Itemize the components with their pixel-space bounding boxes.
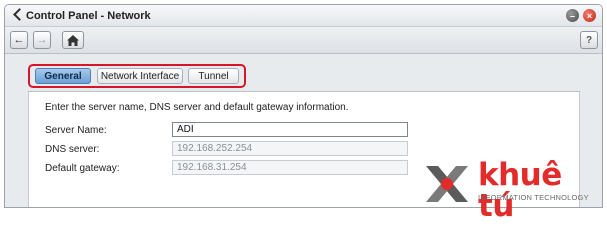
- window-title: Control Panel - Network: [26, 9, 151, 22]
- tab-tunnel[interactable]: Tunnel: [188, 68, 239, 84]
- dns-server-input[interactable]: [172, 141, 408, 156]
- title-bar: Control Panel - Network – ×: [5, 5, 602, 27]
- dns-server-label: DNS server:: [45, 144, 100, 155]
- watermark-brand: khuê tú: [478, 157, 562, 224]
- tab-network-interface[interactable]: Network Interface: [97, 68, 183, 84]
- arrow-right-icon: →: [36, 34, 48, 46]
- default-gateway-input[interactable]: [172, 160, 408, 175]
- server-name-input[interactable]: [172, 122, 408, 137]
- tab-general[interactable]: General: [35, 68, 91, 84]
- watermark: khuê tú INFORMATION TECHNOLOGY: [420, 160, 607, 222]
- arrow-left-icon: ←: [13, 34, 25, 46]
- home-button[interactable]: [62, 31, 84, 49]
- app-logo-icon: [10, 9, 24, 23]
- toolbar: ← → ?: [5, 27, 602, 54]
- back-button[interactable]: ←: [10, 31, 28, 49]
- help-button[interactable]: ?: [580, 31, 598, 49]
- close-icon[interactable]: ×: [583, 9, 596, 22]
- server-name-label: Server Name:: [45, 125, 107, 136]
- panel-description: Enter the server name, DNS server and de…: [45, 102, 349, 113]
- forward-button[interactable]: →: [33, 31, 51, 49]
- watermark-x-logo-icon: [426, 166, 468, 202]
- minimize-icon[interactable]: –: [566, 9, 579, 22]
- home-icon: [67, 34, 79, 46]
- watermark-tagline: INFORMATION TECHNOLOGY: [478, 193, 589, 202]
- window-controls: – ×: [566, 9, 596, 22]
- default-gateway-label: Default gateway:: [45, 163, 120, 174]
